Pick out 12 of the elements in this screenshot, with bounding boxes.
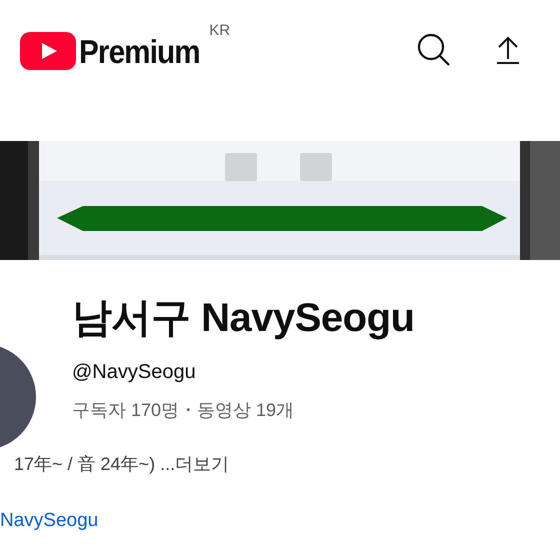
channel-stats: 구독자 170명・동영상 19개: [72, 399, 296, 422]
logo-text: Premium: [79, 32, 200, 72]
search-button[interactable]: [416, 32, 452, 68]
channel-description[interactable]: 17年~ / 音 24年~) ...더보기: [0, 451, 560, 477]
channel-handle: @NavySeogu: [72, 360, 197, 385]
search-icon: [416, 32, 452, 68]
channel-link[interactable]: NavySeogu: [0, 508, 560, 534]
upload-icon: [496, 35, 520, 65]
channel-name: 남서구 NavySeogu: [72, 295, 414, 342]
play-logo-icon: [20, 32, 76, 70]
upload-button[interactable]: [496, 35, 520, 65]
region-label: KR: [209, 21, 230, 41]
